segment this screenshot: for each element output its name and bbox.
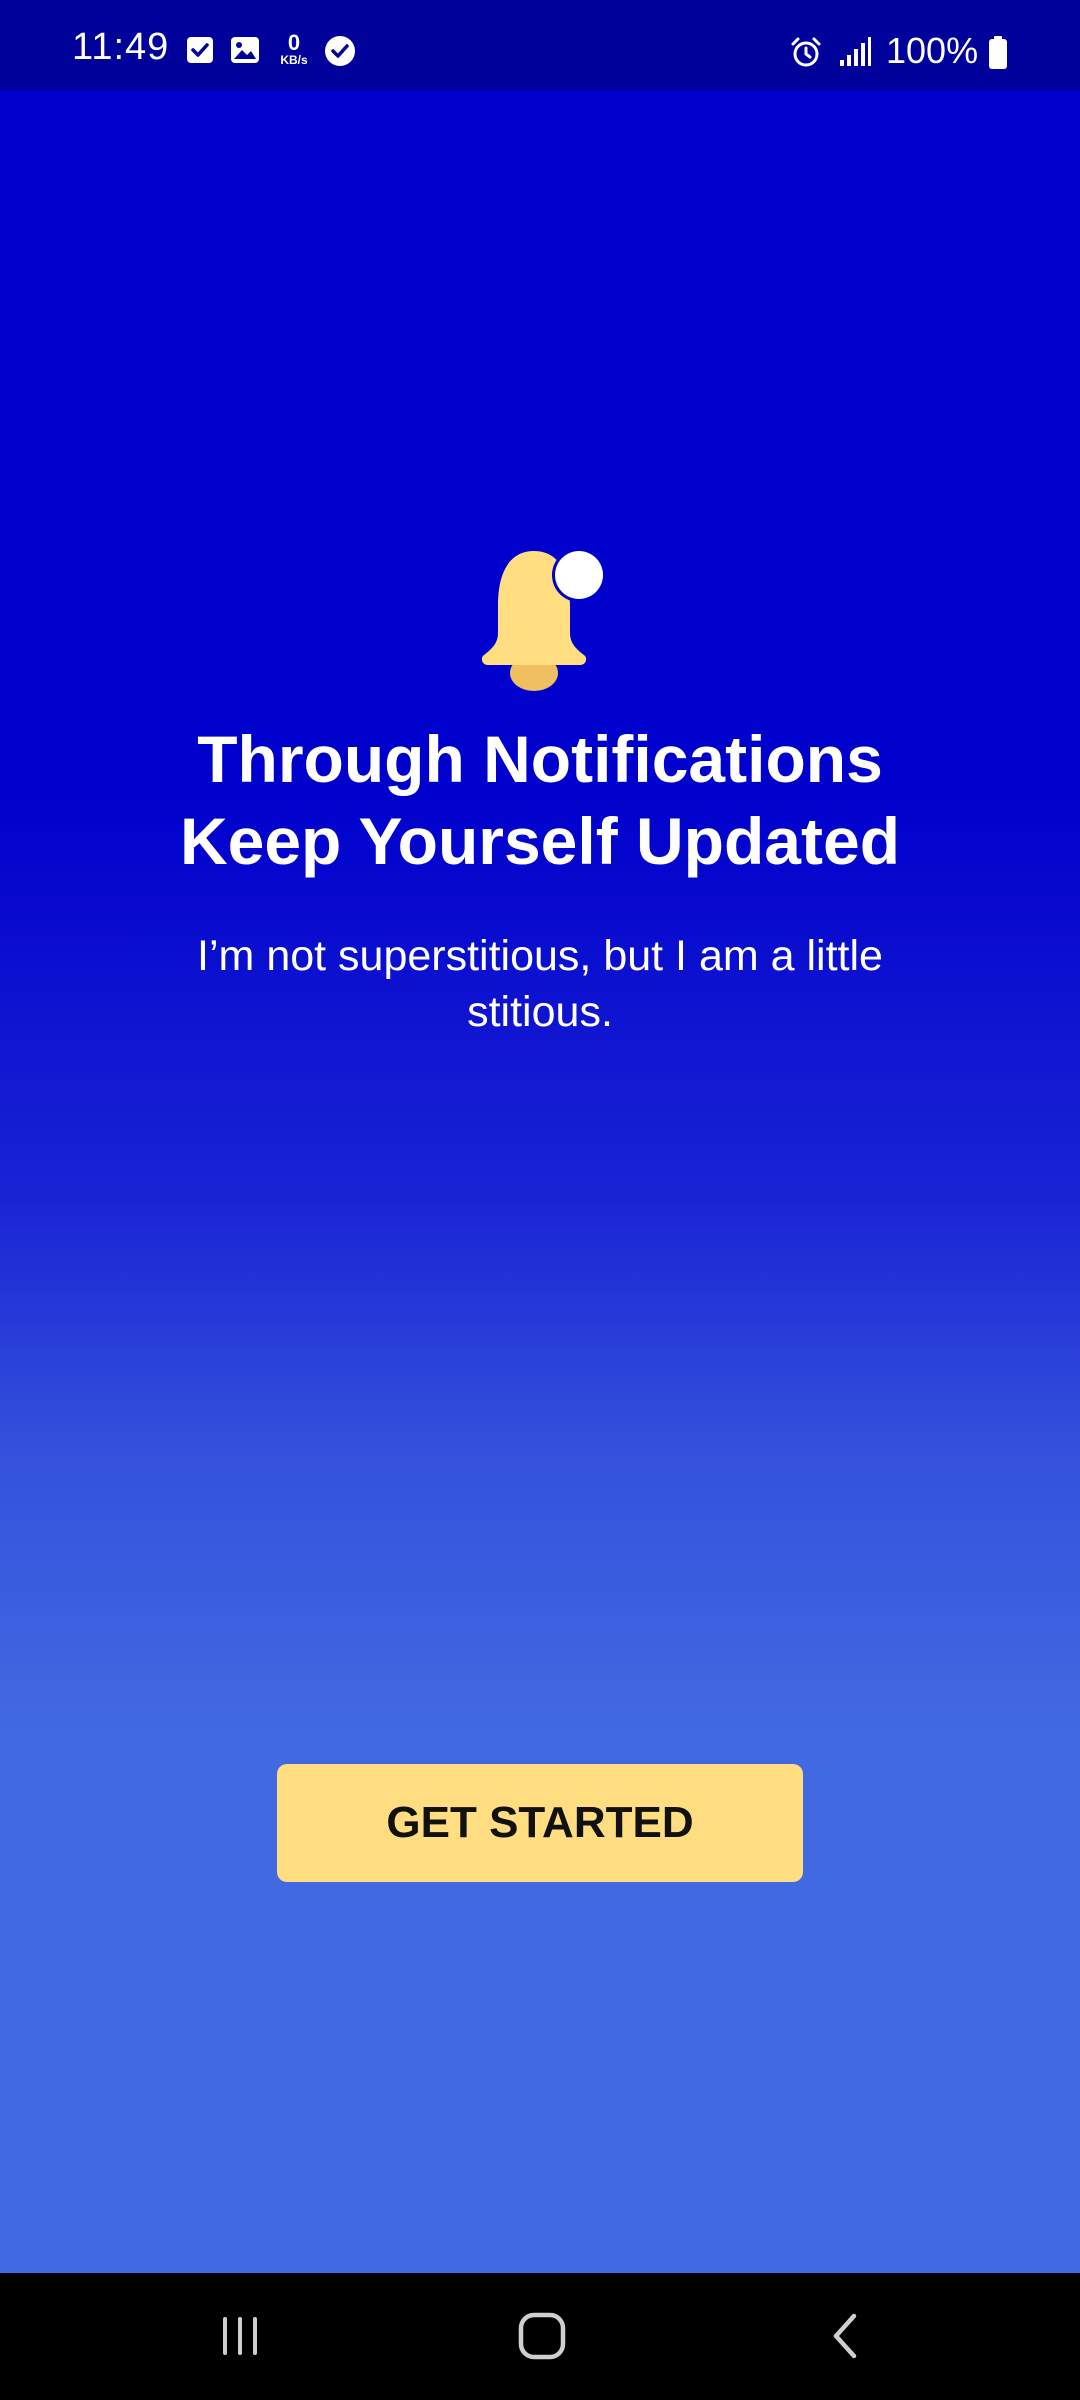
battery-percent: 100% (886, 30, 979, 71)
network-speed: 0 KB/s (274, 30, 314, 67)
subtitle: I’m not superstitious, but I am a little… (197, 932, 883, 1036)
image-icon (231, 37, 259, 63)
back-icon (833, 2313, 857, 2359)
navigation-bar (0, 2273, 1080, 2400)
back-button[interactable] (796, 2301, 896, 2371)
get-started-button[interactable]: GET STARTED (277, 1764, 803, 1882)
network-speed-unit: KB/s (280, 53, 308, 67)
recent-apps-button[interactable] (190, 2301, 290, 2371)
home-icon (518, 2312, 566, 2360)
home-button[interactable] (492, 2301, 592, 2371)
onboarding-screen: 11:49 0 KB/s 100% Through Notifications … (0, 0, 1080, 2400)
check-circle-icon (325, 36, 355, 66)
alarm-icon (791, 37, 821, 67)
network-speed-value: 0 (287, 30, 301, 55)
page-title: Through Notifications Keep Yourself Upda… (0, 718, 1080, 882)
signal-icon (840, 37, 871, 66)
title-line-2: Keep Yourself Updated (179, 804, 901, 878)
recent-apps-icon (223, 2317, 257, 2355)
status-time: 11:49 (72, 26, 170, 68)
battery-icon (989, 36, 1007, 69)
bell-icon (468, 545, 608, 695)
checkbox-icon (187, 37, 213, 63)
status-bar: 11:49 0 KB/s 100% (0, 0, 1080, 90)
title-line-1: Through Notifications (197, 722, 883, 796)
